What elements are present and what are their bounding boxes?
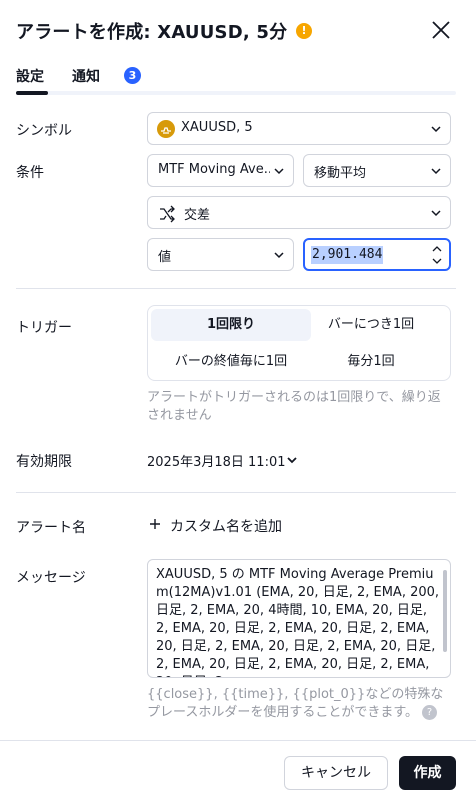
tab-track	[16, 91, 456, 95]
chevron-down-icon	[431, 126, 441, 133]
value-input-text[interactable]: 2,901.484	[311, 246, 384, 264]
alert-name-label: アラート名	[16, 520, 86, 536]
tab-notifications-label: 通知	[72, 69, 100, 85]
active-tab-indicator	[16, 91, 48, 95]
trigger-option-once-per-bar-close[interactable]: バーの終値毎に1回	[151, 346, 311, 378]
decrement-icon[interactable]	[431, 256, 443, 266]
tab-bar: 設定 通知 3	[16, 64, 456, 96]
warning-icon[interactable]: !	[296, 23, 312, 39]
placeholder-hint: {{close}}, {{time}}, {{plot_0}}などの特殊なプレー…	[147, 686, 447, 722]
tab-settings-label: 設定	[16, 69, 44, 85]
trigger-option-once[interactable]: 1回限り	[151, 309, 311, 341]
expiry-value[interactable]: 2025年3月18日 11:01	[147, 451, 286, 470]
indicator-select[interactable]: MTF Moving Ave...	[147, 154, 294, 187]
chevron-down-icon	[431, 210, 441, 217]
tab-settings[interactable]: 設定	[16, 66, 48, 95]
dialog-header: アラートを作成: XAUUSD, 5分 !	[0, 0, 476, 60]
indicator-line-value: 移動平均	[314, 166, 367, 181]
symbol-select[interactable]: XAUUSD, 5	[147, 112, 451, 145]
trigger-label: トリガー	[16, 320, 72, 336]
close-icon	[432, 21, 450, 39]
section-divider	[16, 288, 456, 289]
value-type-value: 値	[158, 250, 172, 265]
trigger-hint: アラートがトリガーされるのは1回限りで、繰り返されません	[147, 390, 441, 423]
indicator-value: MTF Moving Ave...	[158, 162, 270, 177]
help-icon[interactable]: ?	[422, 705, 438, 720]
symbol-label: シンボル	[16, 123, 72, 139]
message-text[interactable]: XAUUSD, 5 の MTF Moving Average Premium(1…	[156, 566, 440, 677]
indicator-line-select[interactable]: 移動平均	[303, 154, 451, 187]
trigger-options: 1回限り バーにつき1回 バーの終値毎に1回 毎分1回	[147, 305, 451, 381]
operator-value: 交差	[184, 208, 211, 223]
value-type-select[interactable]: 値	[147, 238, 294, 271]
cancel-button[interactable]: キャンセル	[284, 756, 388, 790]
trigger-option-once-per-bar[interactable]: バーにつき1回	[291, 309, 451, 341]
notifications-count-badge: 3	[124, 67, 141, 84]
message-scrollbar[interactable]	[443, 570, 447, 652]
value-input[interactable]: 2,901.484	[303, 238, 451, 271]
add-custom-name-button[interactable]: カスタム名を追加	[170, 516, 282, 536]
footer-divider	[0, 740, 476, 741]
plus-icon	[150, 519, 160, 529]
create-button[interactable]: 作成	[399, 756, 456, 790]
condition-label: 条件	[16, 165, 44, 181]
chevron-down-icon	[274, 252, 284, 259]
expiry-label: 有効期限	[16, 454, 72, 470]
chevron-down-icon	[431, 168, 441, 175]
message-textarea[interactable]: XAUUSD, 5 の MTF Moving Average Premium(1…	[147, 559, 451, 678]
section-divider	[16, 492, 456, 493]
tab-notifications[interactable]: 通知	[72, 66, 100, 86]
message-label: メッセージ	[16, 570, 86, 586]
gold-coin-icon	[157, 120, 175, 138]
dialog-title: アラートを作成: XAUUSD, 5分	[16, 22, 288, 43]
chevron-down-icon[interactable]	[285, 454, 299, 466]
close-button[interactable]	[428, 17, 454, 43]
placeholder-hint-text: {{close}}, {{time}}, {{plot_0}}などの特殊なプレー…	[147, 687, 444, 720]
chevron-down-icon	[274, 168, 284, 175]
operator-select[interactable]: 交差	[147, 196, 451, 229]
increment-icon[interactable]	[431, 244, 443, 254]
shuffle-icon	[160, 205, 175, 223]
symbol-value: XAUUSD, 5	[181, 120, 253, 135]
trigger-option-once-per-minute[interactable]: 毎分1回	[291, 346, 451, 378]
